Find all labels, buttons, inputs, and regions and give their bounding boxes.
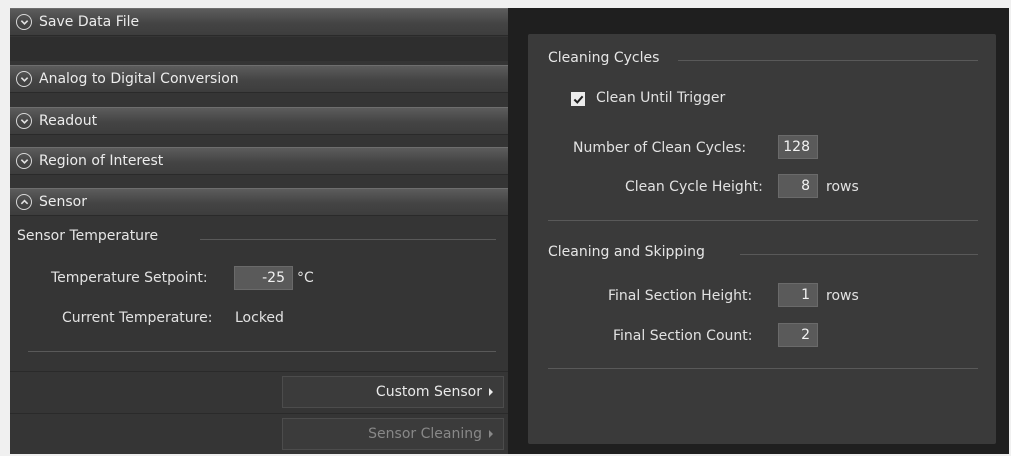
temperature-unit: °C [297, 270, 314, 286]
final-section-height-input[interactable]: 1 [778, 283, 818, 307]
clean-cycle-height-input[interactable]: 8 [778, 174, 818, 198]
num-clean-cycles-label: Number of Clean Cycles: [573, 140, 747, 156]
final-section-count-input[interactable]: 2 [778, 323, 818, 347]
clean-cycle-height-label: Clean Cycle Height: [625, 179, 763, 195]
current-temperature-value: Locked [235, 310, 284, 326]
sensor-cleaning-row: Sensor Cleaning [10, 413, 508, 454]
accordion-sensor[interactable]: Sensor [10, 188, 508, 216]
chevron-up-icon [16, 194, 32, 210]
chevron-down-icon [16, 71, 32, 87]
temperature-setpoint-input[interactable]: -25 [234, 266, 293, 290]
group-divider [740, 254, 978, 255]
chevron-down-icon [16, 153, 32, 169]
group-title-cleaning-cycles: Cleaning Cycles [548, 50, 660, 66]
triangle-right-icon [489, 430, 493, 438]
section-divider [548, 368, 978, 369]
clean-cycle-height-unit: rows [826, 179, 859, 195]
accordion-save-data-file[interactable]: Save Data File [10, 8, 508, 36]
accordion-label: Region of Interest [39, 153, 164, 169]
clean-until-trigger-checkbox[interactable] [571, 92, 585, 106]
sensor-cleaning-flyout: Cleaning Cycles Clean Until Trigger Numb… [508, 8, 1009, 454]
final-section-count-label: Final Section Count: [613, 328, 753, 344]
custom-sensor-label: Custom Sensor [375, 384, 482, 400]
accordion-label: Sensor [39, 194, 87, 210]
accordion-region-of-interest[interactable]: Region of Interest [10, 147, 508, 175]
accordion-label: Analog to Digital Conversion [39, 71, 239, 87]
group-title-cleaning-and-skipping: Cleaning and Skipping [548, 244, 705, 260]
checkmark-icon [573, 95, 583, 104]
group-divider [678, 60, 978, 61]
accordion-readout[interactable]: Readout [10, 107, 508, 135]
custom-sensor-button[interactable]: Custom Sensor [282, 376, 504, 408]
accordion-analog-to-digital[interactable]: Analog to Digital Conversion [10, 65, 508, 93]
sensor-cleaning-label: Sensor Cleaning [368, 426, 482, 442]
group-divider [200, 239, 496, 240]
section-divider [28, 351, 496, 352]
current-temperature-label: Current Temperature: [62, 310, 213, 326]
final-section-height-label: Final Section Height: [608, 288, 753, 304]
custom-sensor-row: Custom Sensor [10, 371, 508, 412]
temperature-setpoint-label: Temperature Setpoint: [51, 270, 208, 286]
triangle-right-icon [489, 388, 493, 396]
chevron-down-icon [16, 113, 32, 129]
sensor-cleaning-panel: Cleaning Cycles Clean Until Trigger Numb… [528, 34, 996, 444]
clean-until-trigger-label: Clean Until Trigger [596, 90, 726, 106]
section-divider [548, 220, 978, 221]
accordion-label: Save Data File [39, 14, 140, 30]
final-section-height-unit: rows [826, 288, 859, 304]
group-title-sensor-temperature: Sensor Temperature [17, 228, 159, 244]
sensor-cleaning-button[interactable]: Sensor Cleaning [282, 418, 504, 450]
accordion-label: Readout [39, 113, 98, 129]
settings-left-panel: Save Data File Analog to Digital Convers… [10, 8, 508, 454]
num-clean-cycles-input[interactable]: 128 [778, 135, 818, 159]
divider [10, 37, 508, 61]
chevron-down-icon [16, 14, 32, 30]
